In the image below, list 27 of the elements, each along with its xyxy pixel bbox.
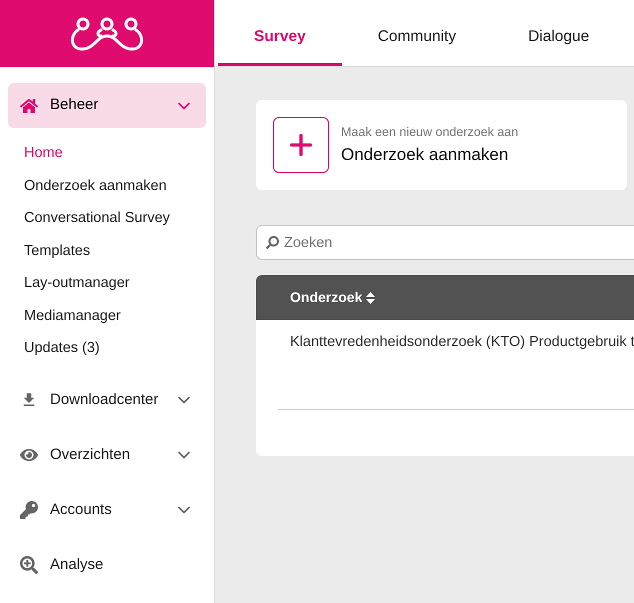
eye-icon — [20, 446, 38, 464]
tab[interactable]: Survey — [218, 0, 342, 66]
sidebar-group-item[interactable]: Overzichten — [8, 432, 206, 478]
home-icon — [20, 96, 38, 114]
sidebar-subitem[interactable]: Onderzoek aanmaken — [24, 170, 206, 203]
sidebar-group-item[interactable]: Downloadcenter — [8, 378, 206, 422]
search-field[interactable]: Zoeken — [256, 225, 634, 260]
sidebar-subitem[interactable]: Home — [24, 138, 206, 170]
sidebar-subitem[interactable]: Templates — [24, 236, 206, 268]
sidebar-group-item[interactable]: Accounts — [8, 488, 206, 532]
create-survey-card[interactable]: Maak een nieuw onderzoek aan Onderzoek aanmaken — [256, 100, 627, 190]
sidebar-subitem[interactable]: Mediamanager — [24, 300, 206, 333]
column-header[interactable]: Onderzoek — [290, 287, 376, 308]
sidebar-group-item[interactable]: Analyse — [8, 542, 206, 588]
card-title: Onderzoek aanmaken — [341, 144, 510, 166]
sidebar-subitem[interactable]: Conversational Survey — [24, 203, 206, 236]
search-chart-icon — [20, 556, 38, 574]
sidebar-subitem[interactable]: Updates (3) — [24, 333, 206, 366]
key-icon — [20, 501, 38, 519]
card-hint: Maak een nieuw onderzoek aan — [341, 124, 518, 141]
sidebar-subitem[interactable]: Lay-outmanager — [24, 268, 206, 300]
sort-icon — [366, 292, 376, 304]
tab[interactable]: Community — [342, 0, 492, 66]
add-button[interactable] — [273, 117, 329, 173]
search-icon — [266, 236, 279, 249]
sidebar-group-item[interactable]: Beheer — [8, 83, 206, 128]
tab[interactable]: Dialogue — [492, 0, 626, 66]
